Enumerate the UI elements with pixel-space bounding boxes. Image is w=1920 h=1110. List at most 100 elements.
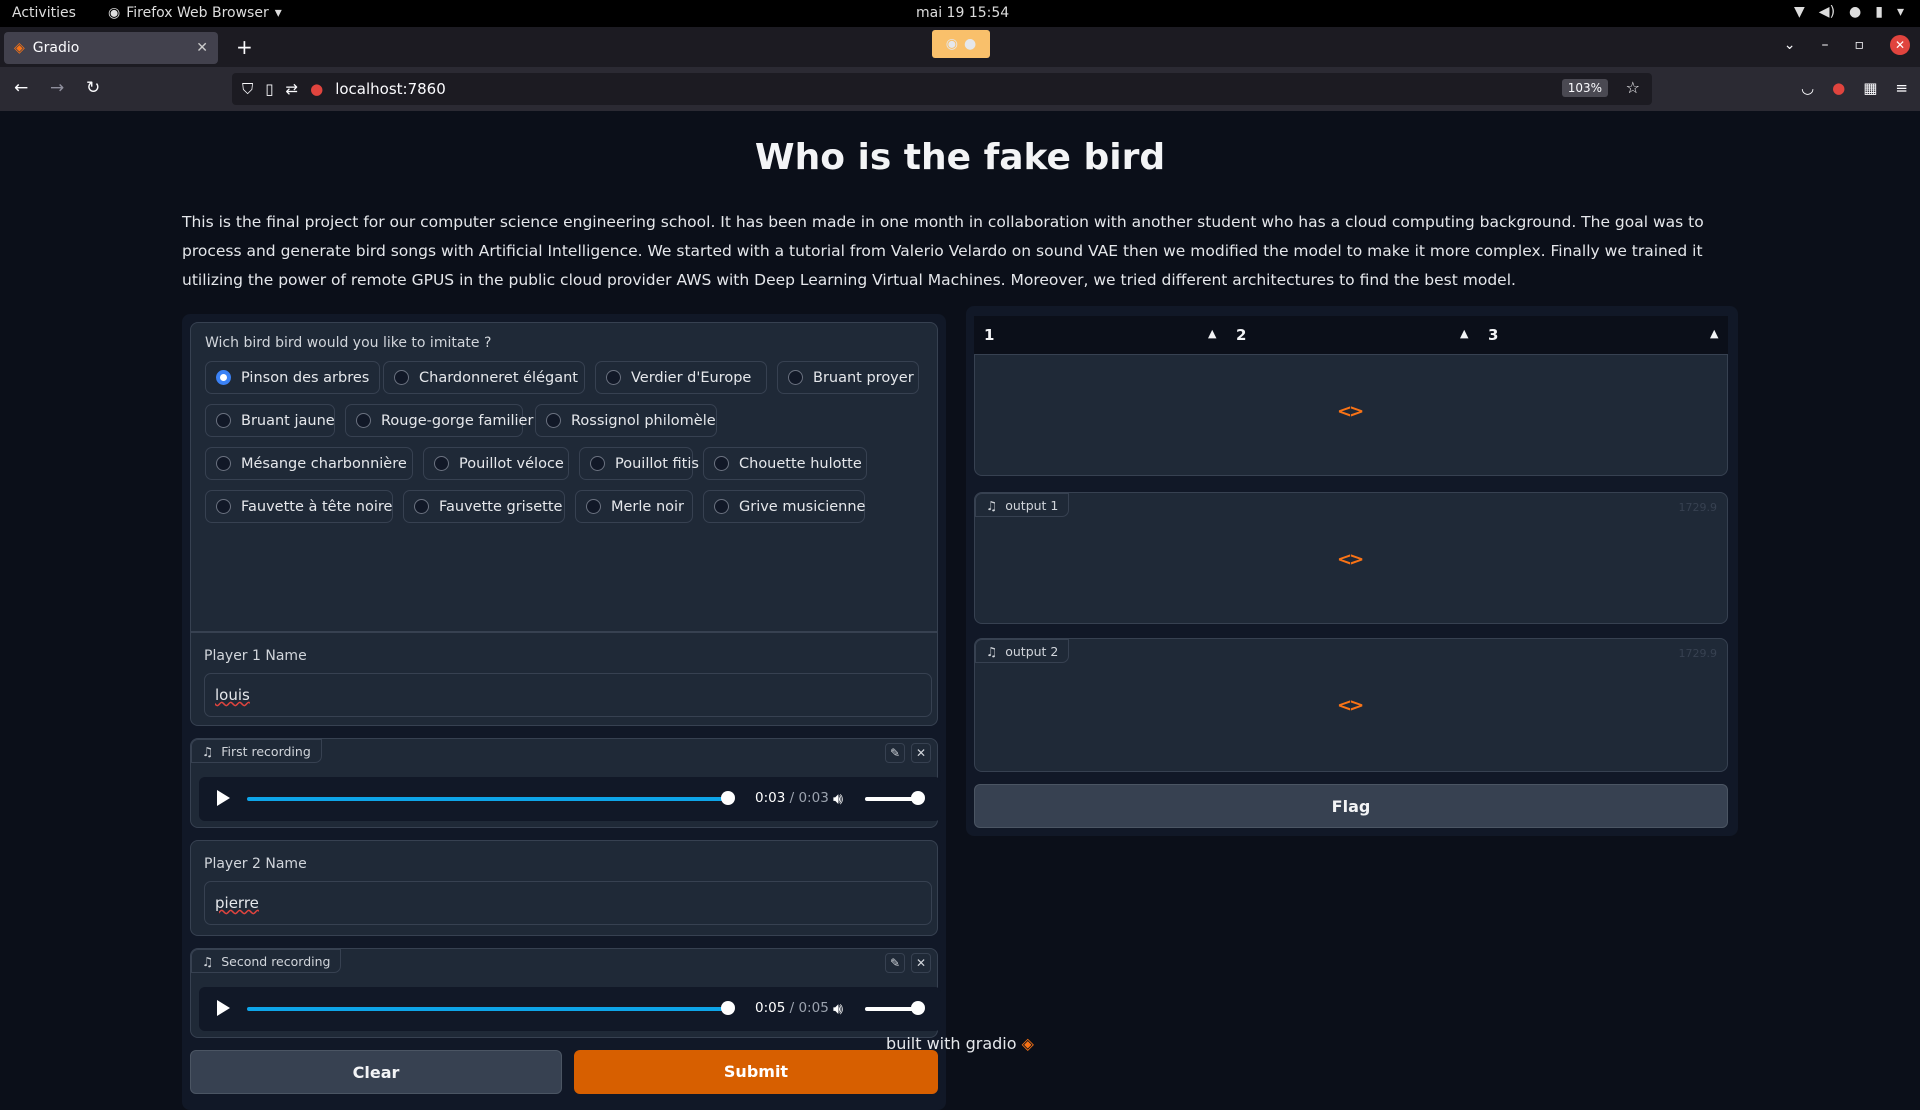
bird-radio-option[interactable]: Bruant jaune bbox=[205, 404, 335, 437]
bird-radio-option[interactable]: Chouette hulotte bbox=[703, 447, 867, 480]
player1-name-input[interactable]: louis bbox=[204, 673, 932, 717]
loading-icon: <> bbox=[1337, 549, 1364, 570]
app-menu[interactable]: ◉ Firefox Web Browser ▾ bbox=[108, 5, 282, 21]
tab-1[interactable]: 1 bbox=[984, 326, 994, 344]
radio-button-icon[interactable] bbox=[356, 413, 371, 428]
flag-button[interactable]: Flag bbox=[974, 784, 1728, 828]
bookmark-star-icon[interactable]: ☆ bbox=[1626, 78, 1640, 97]
permissions-icon[interactable]: ⇄ bbox=[286, 80, 299, 98]
forward-icon[interactable]: → bbox=[50, 78, 64, 98]
radio-button-icon[interactable] bbox=[394, 370, 409, 385]
minimize-icon[interactable]: – bbox=[1822, 37, 1829, 55]
output2-label-text: output 2 bbox=[1005, 643, 1059, 659]
seek-bar[interactable] bbox=[247, 1007, 727, 1011]
shield-icon[interactable]: ⛉ bbox=[242, 80, 253, 98]
volume-handle[interactable] bbox=[911, 791, 925, 805]
seek-bar[interactable] bbox=[247, 797, 727, 801]
page-description: This is the final project for our comput… bbox=[182, 213, 1704, 289]
radio-button-icon[interactable] bbox=[414, 499, 429, 514]
bird-select-block: Wich bird bird would you like to imitate… bbox=[190, 322, 938, 632]
player2-name-input[interactable]: pierre bbox=[204, 881, 932, 925]
radio-button-icon[interactable] bbox=[586, 499, 601, 514]
player2-label: Player 2 Name bbox=[204, 856, 307, 872]
back-icon[interactable]: ← bbox=[14, 78, 28, 98]
url-text[interactable]: localhost:7860 bbox=[335, 80, 446, 98]
radio-button-icon[interactable] bbox=[434, 456, 449, 471]
url-bar[interactable]: ⛉ ▯ ⇄ ● localhost:7860 103% ☆ bbox=[232, 73, 1652, 105]
pocket-icon[interactable]: ◡ bbox=[1801, 79, 1814, 97]
volume-icon[interactable]: 🔊︎ bbox=[833, 789, 843, 809]
clear-button[interactable]: Clear bbox=[190, 1050, 562, 1094]
radio-button-icon[interactable] bbox=[714, 456, 729, 471]
bird-radio-option[interactable]: Rossignol philomèle bbox=[535, 404, 717, 437]
page-icon[interactable]: ▯ bbox=[265, 80, 273, 98]
play-button[interactable] bbox=[217, 790, 230, 806]
radio-button-icon[interactable] bbox=[216, 370, 231, 385]
menu-icon[interactable]: ≡ bbox=[1895, 79, 1908, 97]
zoom-level[interactable]: 103% bbox=[1561, 79, 1608, 97]
bird-radio-option[interactable]: Rouge-gorge familier bbox=[345, 404, 533, 437]
close-window-icon[interactable]: ✕ bbox=[1890, 35, 1910, 55]
seek-handle[interactable] bbox=[721, 1001, 735, 1015]
bird-radio-option[interactable]: Grive musicienne bbox=[703, 490, 865, 523]
seek-handle[interactable] bbox=[721, 791, 735, 805]
bird-radio-option[interactable]: Pouillot fitis bbox=[579, 447, 699, 480]
loading-icon: <> bbox=[1337, 401, 1364, 422]
bird-radio-option[interactable]: Fauvette grisette bbox=[403, 490, 565, 523]
new-tab-button[interactable]: + bbox=[236, 35, 253, 59]
tab-strip: ◈ Gradio ✕ + ◉ ● ⌄ – ▫ ✕ bbox=[0, 27, 1920, 67]
bird-radio-option[interactable]: Verdier d'Europe bbox=[595, 361, 767, 394]
footer-text[interactable]: built with gradio bbox=[886, 1034, 1017, 1053]
restore-icon[interactable]: ▫ bbox=[1855, 37, 1865, 55]
bird-radio-option[interactable]: Mésange charbonnière bbox=[205, 447, 413, 480]
volume-handle[interactable] bbox=[911, 1001, 925, 1015]
recording2-block: ♫ Second recording ✎ ✕ 0:05 / 0:05 🔊︎ bbox=[190, 948, 941, 1038]
time-separator: / bbox=[785, 790, 799, 806]
close-tab-icon[interactable]: ✕ bbox=[196, 40, 208, 56]
radio-button-icon[interactable] bbox=[216, 456, 231, 471]
edit-icon[interactable]: ✎ bbox=[885, 743, 905, 763]
microphone-icon[interactable]: ● bbox=[310, 80, 323, 98]
radio-button-icon[interactable] bbox=[546, 413, 561, 428]
bird-radio-option[interactable]: Chardonneret élégant bbox=[383, 361, 585, 394]
apps-grid-icon[interactable]: ▦ bbox=[1863, 79, 1877, 97]
radio-button-icon[interactable] bbox=[216, 499, 231, 514]
radio-button-icon[interactable] bbox=[788, 370, 803, 385]
audio-player-2: 0:05 / 0:05 🔊︎ bbox=[199, 987, 941, 1031]
activities-button[interactable]: Activities bbox=[12, 5, 76, 21]
volume-icon[interactable]: 🔊︎ bbox=[833, 999, 843, 1019]
clock[interactable]: mai 19 15:54 bbox=[916, 5, 1009, 21]
sharing-indicator[interactable]: ◉ ● bbox=[932, 30, 990, 58]
list-tabs-icon[interactable]: ⌄ bbox=[1784, 37, 1796, 55]
radio-button-icon[interactable] bbox=[590, 456, 605, 471]
bird-radio-option[interactable]: Pouillot véloce bbox=[423, 447, 569, 480]
radio-button-icon[interactable] bbox=[606, 370, 621, 385]
radio-option-label: Bruant jaune bbox=[241, 412, 335, 429]
bird-radio-option[interactable]: Pinson des arbres bbox=[205, 361, 380, 394]
close-icon[interactable]: ✕ bbox=[911, 743, 931, 763]
tab-2[interactable]: 2 bbox=[1236, 326, 1246, 344]
chevron-down-icon: ▾ bbox=[274, 5, 282, 21]
tab-3[interactable]: 3 bbox=[1488, 326, 1498, 344]
radio-button-icon[interactable] bbox=[714, 499, 729, 514]
edit-icon[interactable]: ✎ bbox=[885, 953, 905, 973]
recording1-label: ♫ First recording bbox=[191, 739, 322, 763]
volume-icon: ◀) bbox=[1818, 4, 1836, 20]
adblock-icon[interactable]: ● bbox=[1832, 79, 1845, 97]
reload-icon[interactable]: ↻ bbox=[86, 78, 100, 98]
close-icon[interactable]: ✕ bbox=[911, 953, 931, 973]
browser-tab[interactable]: ◈ Gradio ✕ bbox=[4, 32, 218, 64]
radio-option-label: Chouette hulotte bbox=[739, 455, 862, 472]
radio-button-icon[interactable] bbox=[216, 413, 231, 428]
page-title: Who is the fake bird bbox=[754, 137, 1166, 178]
tab-content: <> bbox=[974, 354, 1728, 476]
output2-faint-text: 1729.9 bbox=[1678, 647, 1718, 660]
submit-button[interactable]: Submit bbox=[574, 1050, 938, 1094]
bird-radio-option[interactable]: Bruant proyer bbox=[777, 361, 919, 394]
bird-radio-option[interactable]: Merle noir bbox=[575, 490, 693, 523]
play-button[interactable] bbox=[217, 1000, 230, 1016]
output2-label: ♫ output 2 bbox=[975, 639, 1070, 663]
bird-radio-option[interactable]: Fauvette à tête noire bbox=[205, 490, 393, 523]
gradio-favicon-icon: ◈ bbox=[14, 40, 25, 56]
system-tray[interactable]: ▼ ◀) ● ▮ ▾ bbox=[1794, 4, 1904, 20]
